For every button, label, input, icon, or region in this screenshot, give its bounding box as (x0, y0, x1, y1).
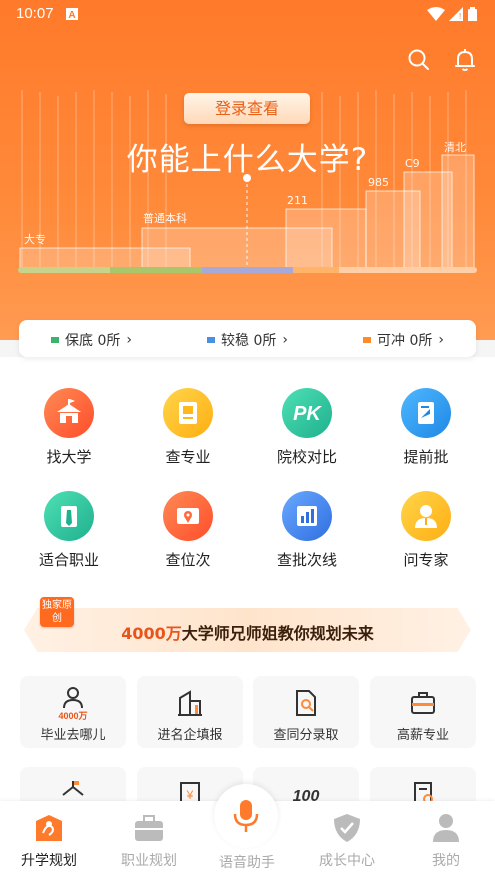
level-label: 大专 (24, 233, 46, 246)
book-icon (163, 388, 213, 438)
bell-icon[interactable] (453, 48, 477, 72)
svg-text:¥: ¥ (186, 788, 194, 802)
stable-count[interactable]: 较稳 0所 › (207, 330, 288, 350)
card-top-company[interactable]: 进名企填报 (137, 676, 243, 748)
tab-study-planning[interactable]: 升学规划 (4, 811, 94, 870)
level-label: 211 (287, 194, 308, 207)
file-search-icon (253, 686, 359, 720)
chevron-right-icon: › (126, 332, 132, 348)
hero-headline: 你能上什么大学? (126, 142, 369, 178)
feature-label: 适合职业 (38, 551, 99, 569)
svg-text:PK: PK (293, 403, 322, 425)
login-button[interactable]: 登录查看 (184, 93, 310, 124)
card-graduate-destination[interactable]: 4000万 毕业去哪儿 (20, 676, 126, 748)
card-same-score[interactable]: 查同分录取 (253, 676, 359, 748)
card-label: 查同分录取 (273, 728, 339, 743)
safe-count[interactable]: 保底 0所 › (51, 330, 132, 350)
feature-batch-line[interactable]: 查批次线 (252, 491, 362, 570)
svg-text:!: ! (459, 12, 461, 21)
wifi-icon (427, 7, 445, 21)
tab-label: 成长中心 (319, 853, 375, 869)
svg-text:4000万: 4000万 (58, 711, 87, 720)
blue-dot-icon (207, 337, 215, 343)
briefcase-icon (104, 811, 194, 845)
location-icon (163, 491, 213, 541)
feature-check-major[interactable]: 查专业 (133, 388, 243, 467)
tab-label: 职业规划 (121, 853, 177, 869)
feature-check-rank[interactable]: 查位次 (133, 491, 243, 570)
feature-label: 院校对比 (276, 448, 337, 466)
feature-find-university[interactable]: 找大学 (14, 388, 124, 467)
feature-label: 查位次 (165, 551, 211, 569)
microphone-icon (220, 790, 272, 842)
promo-number: 4000万 (121, 624, 182, 643)
status-bar: 10:07 A ! (0, 0, 495, 28)
tab-profile[interactable]: 我的 (401, 811, 491, 870)
tab-label: 升学规划 (21, 853, 77, 869)
feature-ask-expert[interactable]: 问专家 (371, 491, 481, 570)
feature-compare[interactable]: PK 院校对比 (252, 388, 362, 467)
feature-label: 问专家 (403, 551, 449, 569)
battery-icon (468, 7, 477, 21)
orange-dot-icon (363, 337, 371, 343)
notification-a-icon: A (66, 8, 78, 21)
building-icon (137, 686, 243, 720)
card-high-salary[interactable]: 高薪专业 (370, 676, 476, 748)
graduate-person-icon: 4000万 (20, 686, 126, 720)
level-label: 普通本科 (143, 212, 187, 225)
score-summary-card: 保底 0所 › 较稳 0所 › 可冲 0所 › (19, 320, 476, 357)
tab-career-planning[interactable]: 职业规划 (104, 811, 194, 870)
feature-label: 提前批 (403, 448, 449, 466)
search-icon[interactable] (407, 48, 431, 72)
card-label: 进名企填报 (157, 728, 223, 743)
chart-icon (282, 491, 332, 541)
card-label: 高薪专业 (396, 728, 449, 743)
toolbox-icon (370, 686, 476, 720)
reach-count[interactable]: 可冲 0所 › (363, 330, 444, 350)
voice-assistant-button[interactable] (214, 784, 278, 848)
expert-icon (401, 491, 451, 541)
tab-label: 我的 (432, 853, 460, 869)
feature-label: 找大学 (46, 448, 92, 466)
tab-voice-assistant[interactable]: 语音助手 (200, 852, 294, 872)
chevron-right-icon: › (282, 332, 288, 348)
signal-icon: ! (449, 7, 463, 21)
pk-icon: PK (282, 388, 332, 438)
card-label: 毕业去哪儿 (40, 728, 106, 743)
green-dot-icon (51, 337, 59, 343)
safe-label: 保底 0所 (65, 333, 121, 349)
study-plan-icon (4, 811, 94, 845)
briefcase-icon (44, 491, 94, 541)
feature-early-batch[interactable]: 提前批 (371, 388, 481, 467)
user-icon (401, 811, 491, 845)
university-icon (44, 388, 94, 438)
chevron-right-icon: › (438, 332, 444, 348)
stable-label: 较稳 0所 (221, 333, 277, 349)
promo-banner[interactable]: 4000万大学师兄师姐教你规划未来 (24, 608, 471, 652)
feature-label: 查专业 (165, 448, 211, 466)
promo-text: 大学师兄师姐教你规划未来 (181, 624, 374, 643)
svg-text:A: A (68, 10, 75, 21)
tab-growth-center[interactable]: 成长中心 (302, 811, 392, 870)
exclusive-badge: 独家原创 (40, 597, 74, 627)
status-time: 10:07 (16, 5, 54, 22)
level-progress-bar (18, 267, 477, 273)
reach-label: 可冲 0所 (377, 333, 433, 349)
feature-suitable-career[interactable]: 适合职业 (14, 491, 124, 570)
shield-check-icon (302, 811, 392, 845)
document-icon (401, 388, 451, 438)
feature-label: 查批次线 (276, 551, 337, 569)
